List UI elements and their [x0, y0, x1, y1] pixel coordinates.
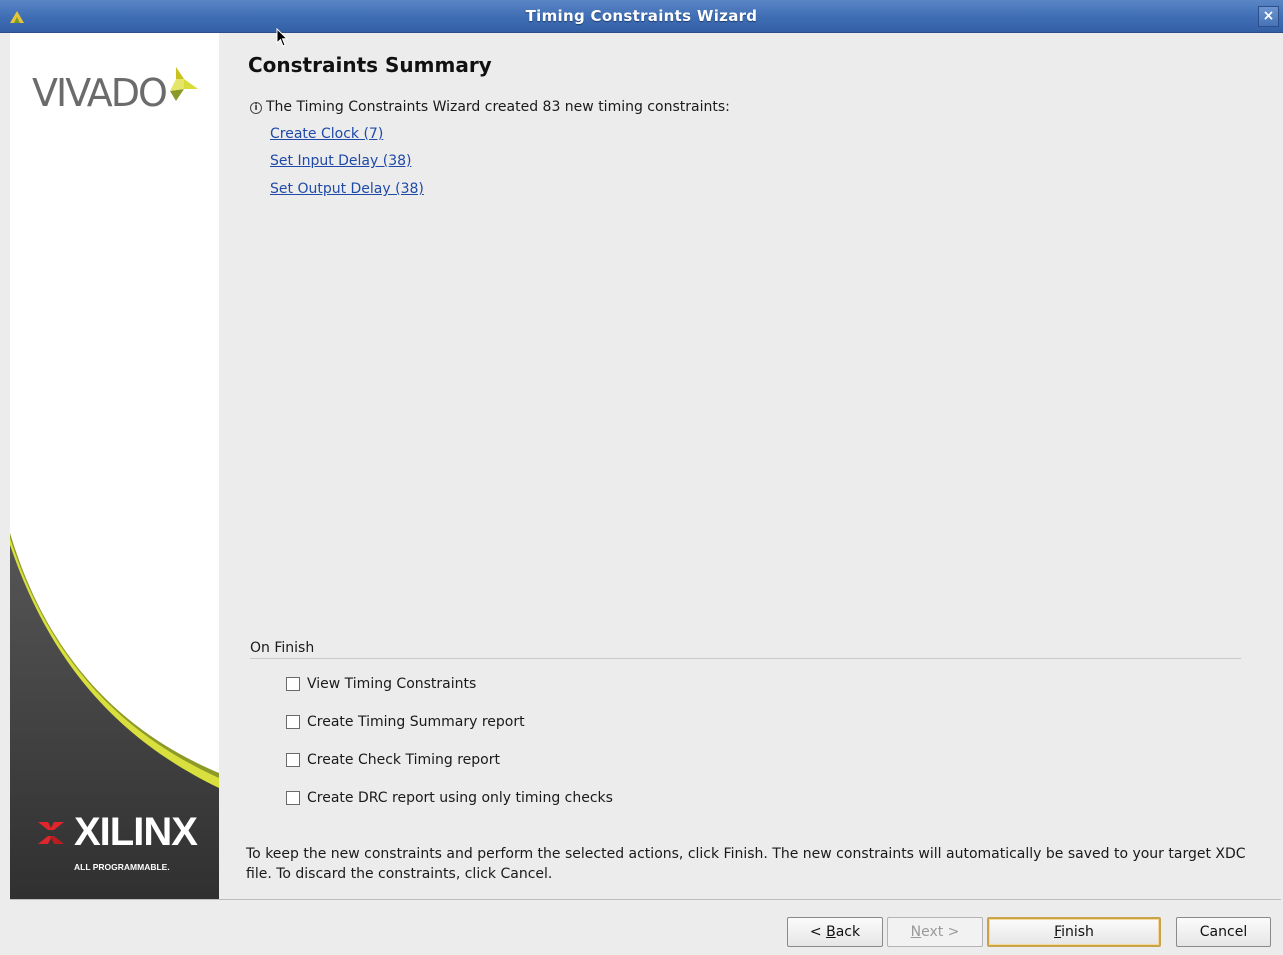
on-finish-divider [250, 658, 1241, 659]
option-label: Create DRC report using only timing chec… [307, 790, 613, 806]
back-button[interactable]: < Back [787, 917, 883, 947]
page-title: Constraints Summary [248, 53, 492, 77]
wizard-content: Constraints Summary i The Timing Constrai… [219, 33, 1283, 899]
info-text: The Timing Constraints Wizard created 83… [266, 99, 730, 115]
vivado-chevron-icon [170, 67, 198, 101]
xilinx-wordmark: XILINX [74, 810, 198, 854]
finish-button[interactable]: Finish [987, 917, 1161, 947]
link-set-input-delay[interactable]: Set Input Delay (38) [270, 153, 411, 169]
checkbox-check-timing-report[interactable] [286, 753, 300, 767]
branding-swoosh [10, 533, 219, 899]
option-drc-report-timing[interactable]: Create DRC report using only timing chec… [286, 790, 613, 806]
option-timing-summary-report[interactable]: Create Timing Summary report [286, 714, 525, 730]
branding-panel: VIVADO XILINX ALL PROGRAMMABLE. [10, 33, 219, 899]
title-bar: Timing Constraints Wizard × [0, 0, 1283, 33]
checkbox-view-timing-constraints[interactable] [286, 677, 300, 691]
cancel-button[interactable]: Cancel [1176, 917, 1271, 947]
button-bar-divider [10, 899, 1281, 900]
option-view-timing-constraints[interactable]: View Timing Constraints [286, 676, 476, 692]
option-label: Create Timing Summary report [307, 714, 525, 730]
vivado-logo: VIVADO [32, 67, 198, 115]
next-button[interactable]: Next > [887, 917, 983, 947]
mouse-pointer-icon [276, 28, 289, 47]
link-create-clock[interactable]: Create Clock (7) [270, 126, 383, 142]
option-check-timing-report[interactable]: Create Check Timing report [286, 752, 500, 768]
checkbox-drc-report-timing[interactable] [286, 791, 300, 805]
info-message: i The Timing Constraints Wizard created 8… [250, 99, 730, 115]
info-icon: i [250, 102, 262, 114]
on-finish-label: On Finish [250, 640, 315, 656]
link-set-output-delay[interactable]: Set Output Delay (38) [270, 181, 424, 197]
window-title: Timing Constraints Wizard [525, 7, 758, 25]
option-label: View Timing Constraints [307, 676, 477, 692]
xilinx-mark-icon [38, 822, 64, 844]
option-label: Create Check Timing report [307, 752, 500, 768]
instructions-text: To keep the new constraints and perform … [246, 846, 1246, 882]
vivado-wordmark: VIVADO [32, 71, 168, 115]
checkbox-timing-summary-report[interactable] [286, 715, 300, 729]
close-button[interactable]: × [1258, 6, 1279, 27]
wizard-window: VIVADO XILINX ALL PROGRAMMABLE. Constrai… [0, 33, 1283, 955]
xilinx-tagline: ALL PROGRAMMABLE. [74, 862, 170, 872]
